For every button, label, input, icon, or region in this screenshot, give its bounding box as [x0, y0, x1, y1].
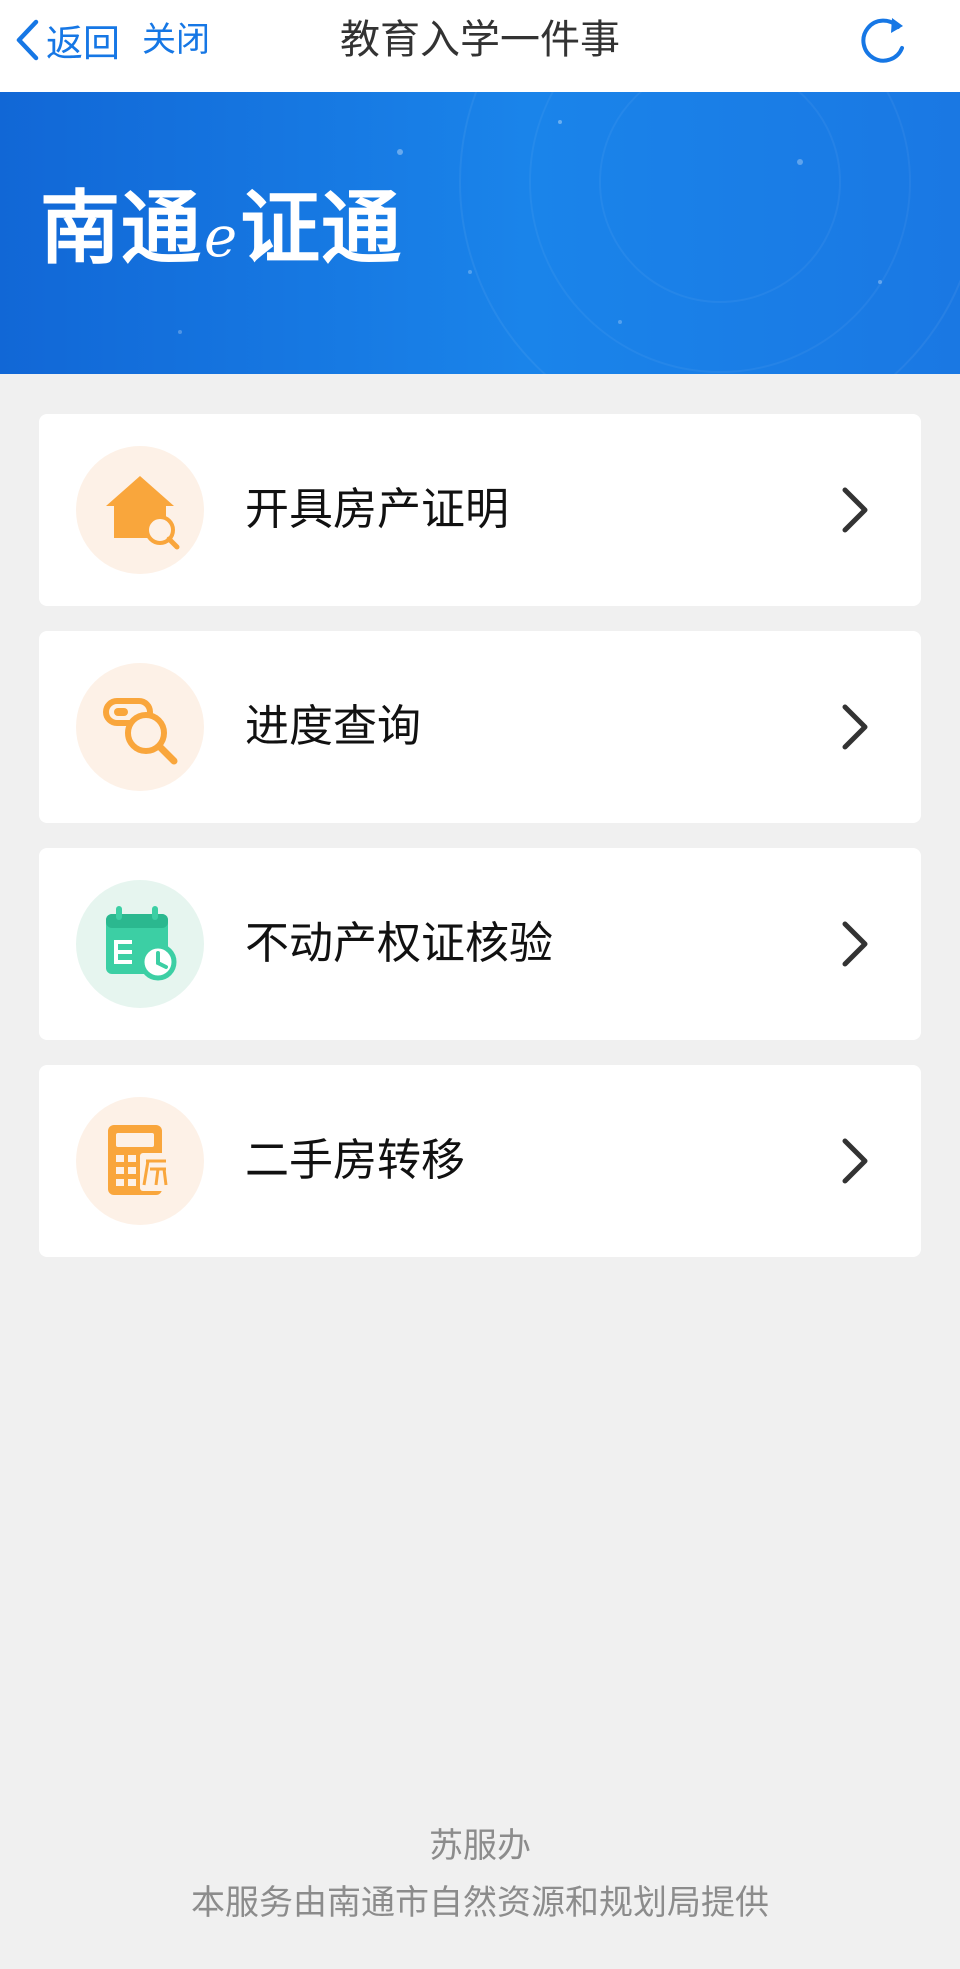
service-menu: 开具房产证明 进度查询 不动产权证核验 二手房转移: [39, 414, 921, 1282]
back-label: 返回: [46, 22, 120, 65]
chevron-right-icon: [842, 704, 868, 750]
menu-item-label: 不动产权证核验: [245, 918, 553, 969]
progress-search-icon: [76, 663, 204, 791]
menu-item-label: 进度查询: [245, 701, 421, 752]
logo-text-part2: 证通: [240, 182, 403, 275]
chevron-right-icon: [842, 487, 868, 533]
nav-bar: 返回 关闭 教育入学一件事: [0, 0, 960, 92]
refresh-icon: [861, 18, 904, 63]
menu-item-second-hand-transfer[interactable]: 二手房转移: [39, 1065, 921, 1257]
calculator-house-icon: [76, 1097, 204, 1225]
calendar-clock-icon: [76, 880, 204, 1008]
close-button[interactable]: 关闭: [142, 14, 210, 66]
chevron-right-icon: [842, 1138, 868, 1184]
menu-item-property-certificate[interactable]: 开具房产证明: [39, 414, 921, 606]
app-logo: 南通e证通: [40, 184, 402, 283]
footer-service-name: 苏服办: [429, 1826, 531, 1866]
refresh-button[interactable]: [858, 14, 910, 66]
page-title: 教育入学一件事: [340, 17, 620, 63]
menu-item-label: 开具房产证明: [245, 484, 509, 535]
menu-item-progress-query[interactable]: 进度查询: [39, 631, 921, 823]
chevron-left-icon: [16, 19, 39, 61]
menu-item-property-verification[interactable]: 不动产权证核验: [39, 848, 921, 1040]
logo-text-e: e: [204, 205, 239, 270]
footer-provider-text: 本服务由南通市自然资源和规划局提供: [191, 1883, 769, 1923]
menu-item-label: 二手房转移: [245, 1135, 465, 1186]
chevron-right-icon: [842, 921, 868, 967]
logo-text-part1: 南通: [40, 182, 202, 275]
banner: 南通e证通: [0, 92, 960, 374]
back-button[interactable]: 返回: [14, 14, 120, 66]
house-search-icon: [76, 446, 204, 574]
